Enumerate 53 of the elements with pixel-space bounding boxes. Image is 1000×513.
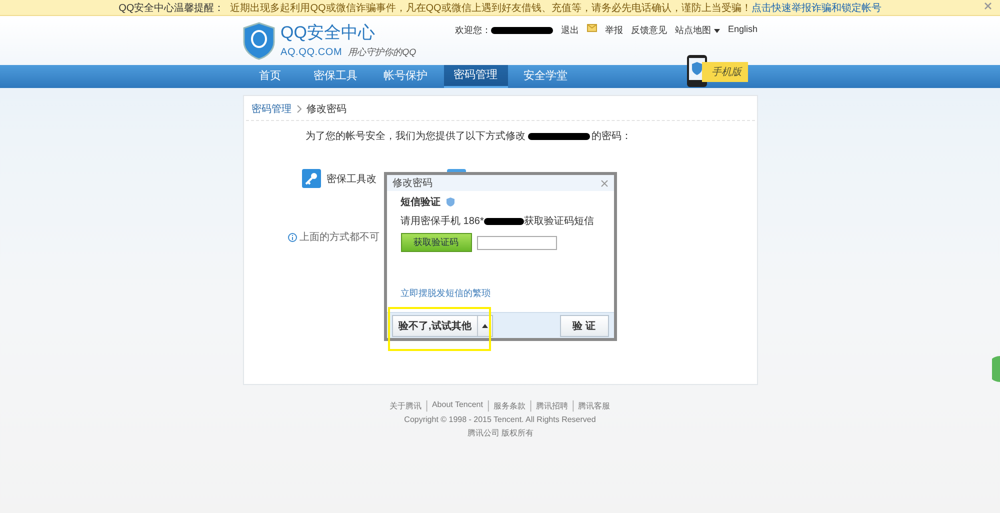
help-link[interactable]: 立即摆脱发短信的繁琐 bbox=[400, 287, 600, 300]
welcome-text: 欢迎您： bbox=[454, 25, 491, 35]
logo-title: QQ安全中心 bbox=[280, 23, 376, 42]
close-icon[interactable] bbox=[984, 2, 992, 10]
header-link[interactable]: 反馈意见 bbox=[630, 24, 667, 37]
caret-up-icon[interactable] bbox=[482, 324, 488, 328]
intro-text: 为了您的帐号安全，我们为您提供了以下方式修改 bbox=[306, 130, 526, 143]
notice-label: QQ安全中心温馨提醒： bbox=[118, 2, 224, 14]
report-link[interactable]: 点击快速举报诈骗和锁定帐号 bbox=[751, 0, 882, 14]
prompt-text: 获取验证码短信 bbox=[524, 214, 594, 228]
dialog-title: 修改密码 bbox=[392, 176, 432, 190]
key-icon[interactable] bbox=[302, 169, 320, 188]
breadcrumb-current: 修改密码 bbox=[306, 102, 346, 116]
nav-tab[interactable]: 密码管理 bbox=[444, 65, 508, 88]
dialog-heading: 短信验证 bbox=[400, 196, 440, 209]
nav-tab[interactable]: 帐号保护 bbox=[374, 65, 438, 88]
header-link[interactable]: English bbox=[728, 24, 758, 34]
alternative-button[interactable]: 验不了,试试其他 bbox=[392, 314, 494, 336]
intro-text: 的密码： bbox=[592, 130, 632, 143]
close-icon[interactable] bbox=[600, 180, 608, 186]
header-link[interactable]: 退出 bbox=[560, 24, 579, 37]
footer-link[interactable]: 腾讯客服 bbox=[572, 400, 616, 412]
nav-tab[interactable]: 安全学堂 bbox=[514, 65, 578, 88]
footer-link[interactable]: 腾讯招聘 bbox=[530, 400, 573, 412]
side-tab[interactable] bbox=[992, 356, 1000, 382]
redaction-mark bbox=[490, 27, 553, 34]
shield-logo-icon bbox=[242, 22, 274, 60]
nav-tab[interactable]: 密保工具 bbox=[304, 65, 368, 88]
info-text: 上面的方式都不可 bbox=[300, 230, 380, 244]
option-link[interactable]: 密保工具改 bbox=[326, 172, 376, 186]
slogan: 用心守护你的QQ bbox=[348, 47, 416, 57]
shield-icon bbox=[446, 197, 454, 207]
footer-link[interactable]: 关于腾讯 bbox=[384, 400, 426, 412]
company-text: 腾讯公司 版权所有 bbox=[466, 428, 534, 439]
breadcrumb-link[interactable]: 密码管理 bbox=[252, 102, 292, 116]
redaction-mark bbox=[528, 132, 590, 140]
mail-icon[interactable] bbox=[586, 24, 597, 32]
verify-button[interactable]: 验 证 bbox=[560, 314, 608, 336]
header-link[interactable]: 站点地图 bbox=[674, 24, 720, 37]
chevron-icon bbox=[296, 105, 302, 113]
get-code-button[interactable]: 获取验证码 bbox=[400, 233, 472, 252]
footer-link[interactable]: 服务条款 bbox=[488, 400, 530, 412]
notice-text: 近期出现多起利用QQ或微信诈骗事件，凡在QQ或微信上遇到好友借钱、充值等，请务必先电话确认，谨防上当受骗！ bbox=[230, 2, 752, 14]
logo-domain: AQ.QQ.COM bbox=[280, 47, 342, 58]
redaction-mark bbox=[484, 218, 524, 224]
nav-tab[interactable]: 首页 bbox=[242, 65, 298, 88]
code-input-field[interactable] bbox=[476, 236, 556, 250]
copyright-text: Copyright © 1998 - 2015 Tencent. All Rights Reserved bbox=[404, 415, 596, 424]
prompt-text: 请用密保手机 186* bbox=[400, 214, 484, 228]
info-icon bbox=[288, 232, 296, 242]
footer-link[interactable]: About Tencent bbox=[426, 400, 488, 412]
caret-icon bbox=[714, 28, 720, 32]
header-link[interactable]: 举报 bbox=[604, 24, 623, 37]
